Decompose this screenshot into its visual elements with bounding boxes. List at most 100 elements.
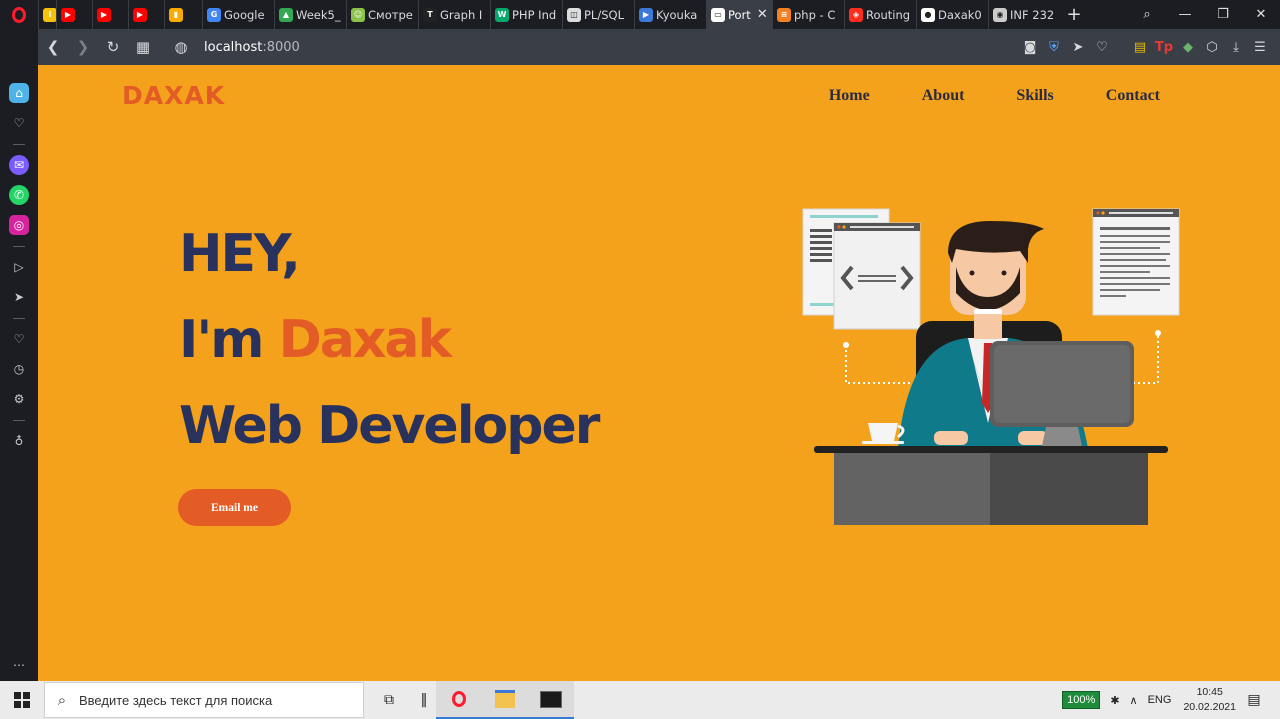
clock[interactable]: 10:45 20.02.2021 [1183, 685, 1236, 715]
browser-tab[interactable]: T Graph I [418, 0, 490, 29]
task-view-icon[interactable]: ⧉ [366, 681, 412, 719]
nav-home-link[interactable]: Home [829, 87, 870, 105]
tab-label: Kyouka [656, 7, 698, 22]
whatsapp-icon[interactable]: ✆ [9, 185, 29, 205]
browser-tab[interactable]: ◈ Routing [844, 0, 916, 29]
search-placeholder: Введите здесь текст для поиска [79, 692, 273, 708]
github-icon: ● [921, 7, 935, 22]
heart-pulse-icon[interactable]: ♡ [9, 113, 29, 133]
browser-tab[interactable]: ▶ [128, 0, 164, 29]
terminal-icon [540, 690, 562, 708]
messenger-icon[interactable]: ✉ [9, 155, 29, 175]
hero-name-accent: Daxak [278, 310, 452, 370]
reload-button[interactable]: ↻ [98, 38, 128, 56]
database-icon: ◫ [567, 7, 581, 22]
browser-tab[interactable]: ▮ [164, 0, 202, 29]
browser-tab[interactable]: ◉ INF 232 [988, 0, 1060, 29]
search-icon: ⌕ [57, 691, 67, 709]
package-icon[interactable]: ⬡ [1200, 40, 1224, 55]
analytics-icon: ▮ [169, 7, 183, 22]
close-window-button[interactable]: ✕ [1242, 7, 1280, 22]
video-icon: ▶ [639, 7, 653, 22]
opera-icon [12, 6, 26, 23]
nav-skills-link[interactable]: Skills [1016, 87, 1053, 105]
address-bar-actions: ◙ ⛨ ➤ ♡ ▤ Tp ◆ ⬡ ⤓ ☰ [1018, 40, 1280, 55]
youtube-icon: ▶ [97, 7, 111, 22]
email-me-button[interactable]: Email me [178, 489, 291, 526]
sidebar-divider [13, 318, 25, 319]
taskbar-opera-app[interactable] [436, 681, 482, 719]
camera-icon[interactable]: ◙ [1018, 40, 1042, 55]
forward-button[interactable]: ❯ [68, 38, 98, 56]
nav-contact-link[interactable]: Contact [1106, 87, 1160, 105]
browser-tab[interactable]: ≡ php - C [772, 0, 844, 29]
easy-setup-icon[interactable]: ☰ [1248, 40, 1272, 55]
history-clock-icon[interactable]: ◷ [9, 359, 29, 379]
back-button[interactable]: ❮ [38, 38, 68, 56]
opera-menu-button[interactable] [0, 0, 38, 29]
taskbar-explorer-app[interactable] [482, 681, 528, 719]
window-controls: ⌕ — ❐ ✕ [1128, 0, 1280, 29]
lightbulb-icon[interactable]: ♁ [9, 431, 29, 451]
nav-about-link[interactable]: About [922, 87, 965, 105]
browser-tab[interactable]: ▶ [56, 0, 92, 29]
sidebar-divider [13, 246, 25, 247]
address-bar: ❮ ❯ ↻ ▦ ◍ localhost:8000 ◙ ⛨ ➤ ♡ ▤ Tp ◆ … [38, 29, 1280, 65]
cube-extension-icon[interactable]: ◆ [1176, 40, 1200, 55]
url-field[interactable]: localhost:8000 [204, 40, 300, 55]
globe-icon: ◍ [174, 38, 188, 56]
close-tab-icon[interactable]: ✕ [757, 7, 768, 22]
download-icon[interactable]: ⤓ [1224, 40, 1248, 55]
tab-grid-icon[interactable]: ▦ [128, 38, 158, 56]
new-tab-button[interactable]: + [1060, 4, 1088, 25]
browser-tab[interactable]: i [38, 0, 56, 29]
translate-extension-icon[interactable]: Tp [1152, 40, 1176, 55]
browser-tab[interactable]: ▭ Port ✕ [706, 0, 772, 29]
start-button[interactable] [0, 681, 44, 719]
browser-tab[interactable]: ☺ Смотре [346, 0, 418, 29]
info-icon: i [43, 7, 56, 22]
heart-icon[interactable]: ♡ [1090, 40, 1114, 55]
stackoverflow-icon: ≡ [777, 7, 791, 22]
tab-label: PHP Ind [512, 7, 557, 22]
system-tray: 100% ✱ ∧ ENG 10:45 20.02.2021 ▤ [1062, 681, 1280, 719]
tab-label: INF 232 [1010, 7, 1055, 22]
opera-sidebar: ⌂ ♡ ✉ ✆ ◎ ▷ ➤ ♡ ◷ ⚙ ♁ ⋯ [0, 29, 38, 681]
browser-tab[interactable]: ▶ [92, 0, 128, 29]
instagram-icon[interactable]: ◎ [9, 215, 29, 235]
hero-line-greeting: HEY, [179, 224, 301, 284]
folder-icon [495, 690, 515, 708]
url-port: :8000 [262, 39, 300, 55]
browser-tab[interactable]: G Google [202, 0, 274, 29]
home-icon[interactable]: ⌂ [9, 83, 29, 103]
send-icon[interactable]: ➤ [1066, 40, 1090, 55]
browser-tab[interactable]: ● Daxak0 [916, 0, 988, 29]
google-drive-icon: ▲ [279, 7, 293, 22]
send-icon[interactable]: ➤ [9, 287, 29, 307]
clock-date: 20.02.2021 [1183, 701, 1236, 713]
tray-expand-icon[interactable]: ∧ [1130, 694, 1138, 707]
shield-icon[interactable]: ⛨ [1042, 40, 1066, 55]
browser-tab[interactable]: ◫ PL/SQL [562, 0, 634, 29]
more-options-icon[interactable]: ⋯ [9, 655, 29, 675]
taskbar-search-box[interactable]: ⌕ Введите здесь текст для поиска [44, 682, 364, 718]
tab-label: PL/SQL [584, 7, 624, 22]
network-icon[interactable]: ✱ [1110, 694, 1119, 707]
flag-extension-icon[interactable]: ▤ [1128, 40, 1152, 55]
bookmarks-heart-icon[interactable]: ♡ [9, 329, 29, 349]
browser-tab[interactable]: W PHP Ind [490, 0, 562, 29]
player-icon[interactable]: ▷ [9, 257, 29, 277]
browser-tab[interactable]: ▶ Kyouka [634, 0, 706, 29]
settings-gear-icon[interactable]: ⚙ [9, 389, 29, 409]
university-icon: ◉ [993, 7, 1007, 22]
minimize-button[interactable]: — [1166, 7, 1204, 22]
search-tabs-icon[interactable]: ⌕ [1128, 7, 1166, 22]
url-host: localhost [204, 39, 263, 55]
browser-tab[interactable]: ▲ Week5_ [274, 0, 346, 29]
site-logo[interactable]: DAXAK [122, 81, 225, 110]
maximize-button[interactable]: ❐ [1204, 7, 1242, 22]
battery-indicator[interactable]: 100% [1062, 691, 1101, 709]
notifications-icon[interactable]: ▤ [1236, 692, 1272, 708]
language-indicator[interactable]: ENG [1148, 694, 1172, 706]
taskbar-terminal-app[interactable] [528, 681, 574, 719]
